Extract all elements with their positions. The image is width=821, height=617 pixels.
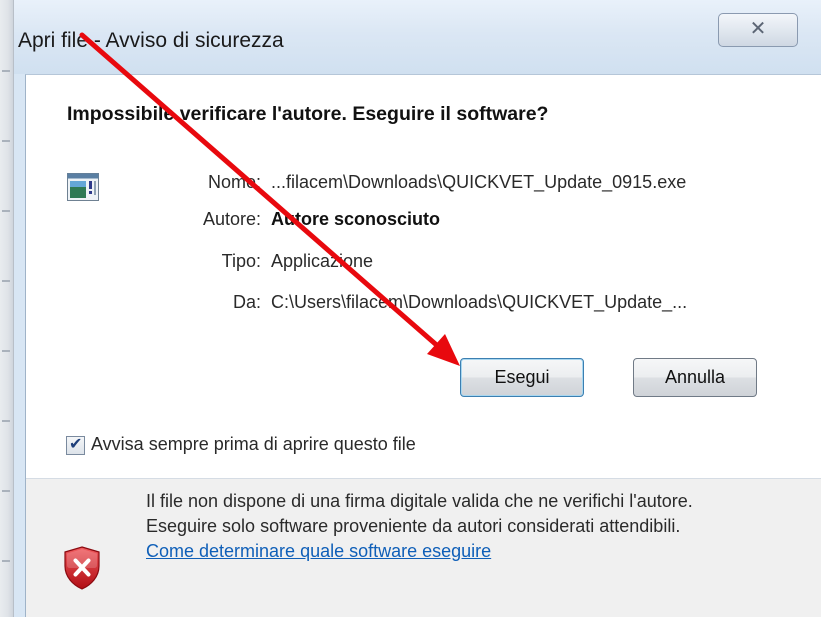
type-label: Tipo: [221, 251, 261, 271]
type-value: Applicazione [271, 251, 374, 271]
window-title: Apri file - Avviso di sicurezza [18, 29, 284, 52]
dialog-heading: Impossibile verificare l'autore. Eseguir… [67, 103, 549, 125]
cancel-button[interactable]: Annulla [633, 358, 757, 397]
background-screen-edge [0, 0, 14, 617]
name-label: Nome: [207, 172, 261, 192]
close-button[interactable]: ✕ [718, 13, 798, 47]
title-bar[interactable]: Apri file - Avviso di sicurezza ✕ [14, 0, 821, 74]
dialog-body: Impossibile verificare l'autore. Eseguir… [25, 74, 821, 617]
close-icon: ✕ [749, 16, 767, 40]
warning-footer: Il file non dispone di una firma digital… [26, 479, 821, 617]
trusted-authors-text: Eseguire solo software proveniente da au… [146, 516, 681, 536]
security-shield-x-icon [64, 546, 100, 590]
checkmark-icon: ✔ [69, 434, 83, 453]
from-label: Da: [232, 292, 261, 312]
always-warn-checkbox[interactable]: ✔ [66, 434, 85, 455]
unsigned-warning-text: Il file non dispone di una firma digital… [146, 491, 693, 511]
from-value: C:\Users\filacem\Downloads\QUICKVET_Upda… [271, 292, 688, 312]
name-value: ...filacem\Downloads\QUICKVET_Update_091… [271, 172, 687, 192]
always-warn-label[interactable]: Avvisa sempre prima di aprire questo fil… [91, 434, 416, 455]
run-button[interactable]: Esegui [460, 358, 584, 397]
author-value: Autore sconosciuto [271, 209, 441, 229]
screenshot-stage: Apri file - Avviso di sicurezza ✕ Imposs… [0, 0, 821, 617]
help-link[interactable]: Come determinare quale software eseguire [146, 541, 491, 562]
security-warning-dialog: Apri file - Avviso di sicurezza ✕ Imposs… [14, 0, 821, 617]
author-label: Autore: [202, 209, 261, 229]
